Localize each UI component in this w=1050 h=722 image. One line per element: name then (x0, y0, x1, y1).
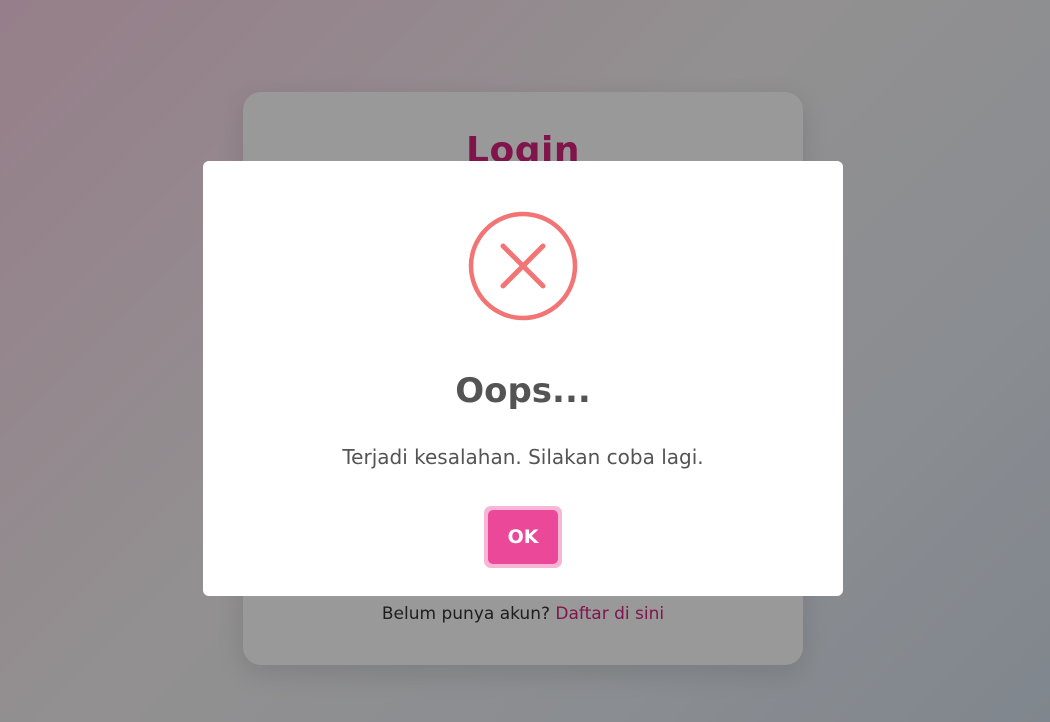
ok-button[interactable]: OK (488, 510, 558, 564)
dialog-message: Terjadi kesalahan. Silakan coba lagi. (342, 445, 704, 469)
error-x-icon (468, 211, 578, 321)
error-dialog: Oops... Terjadi kesalahan. Silakan coba … (203, 161, 843, 596)
ok-button-focus-ring: OK (484, 506, 562, 568)
dialog-title: Oops... (455, 371, 591, 411)
